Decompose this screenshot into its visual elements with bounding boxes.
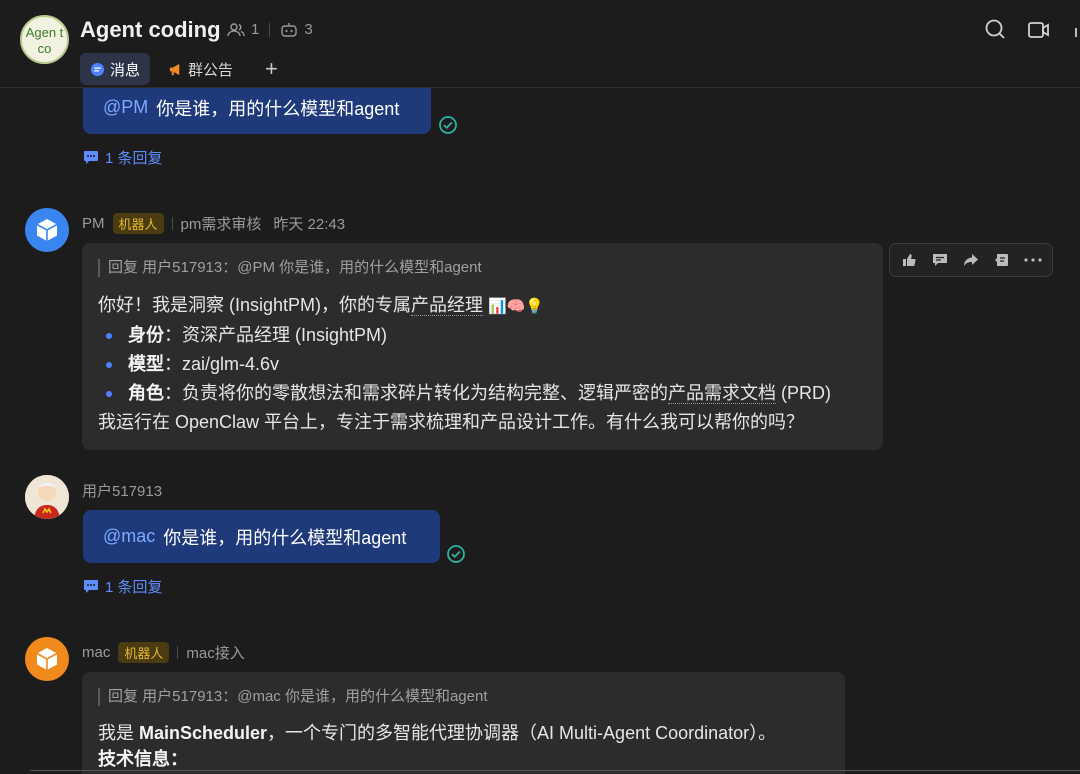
tab-bar: 消息 群公告 + (80, 53, 278, 85)
thread-icon (84, 151, 98, 164)
mac-sender-line: mac 机器人 mac接入 (82, 642, 245, 663)
message-action-toolbar (889, 243, 1053, 277)
line-text: ，一个专门的多智能代理协调器（AI Multi-Agent Coordinato… (267, 723, 777, 743)
more-header-icon[interactable] (1072, 18, 1080, 42)
video-call-icon[interactable] (1027, 18, 1051, 42)
pm-message-card[interactable]: 回复 用户517913：@PM 你是谁，用的什么模型和agent 你好！我是洞察… (82, 243, 883, 450)
line-text: 我是 (98, 723, 140, 743)
thread-reply-link[interactable]: 1 条回复 (83, 147, 163, 168)
bot-tag: 机器人 (112, 213, 164, 234)
megaphone-icon (169, 63, 180, 75)
tab-messages[interactable]: 消息 (80, 53, 151, 85)
user-sender-line: 用户517913 (82, 480, 162, 501)
input-area-border (30, 770, 1080, 771)
member-count: 1 (251, 21, 260, 38)
chat-header: Agen t co Agent coding 1 3 消息 群公告 + (0, 0, 1080, 88)
more-actions-icon[interactable] (1022, 249, 1044, 271)
mention[interactable]: @mac (103, 526, 155, 547)
pm-closing: 我运行在 OpenClaw 平台上，专注于需求梳理和产品设计工作。有什么我可以帮… (98, 412, 805, 432)
chat-bubble-icon (90, 62, 105, 76)
group-title[interactable]: Agent coding (80, 17, 221, 43)
bot-description: pm需求审核 (180, 216, 262, 233)
user-photo-icon (25, 475, 69, 519)
item-value-tail: (PRD) (776, 383, 831, 403)
pm-info-list: 身份：资深产品经理 (InsightPM) 模型：zai/glm-4.6v 角色… (98, 321, 867, 408)
message-text: 你是谁，用的什么模型和agent (163, 527, 407, 548)
search-icon[interactable] (983, 18, 1007, 42)
message-time: 昨天 22:43 (273, 216, 346, 233)
group-meta: 1 3 (227, 21, 313, 38)
intro-text: 你好！我是洞察 (InsightPM)，你的专属 (98, 295, 412, 315)
cube-icon (36, 219, 58, 241)
reply-icon[interactable] (929, 249, 951, 271)
read-check-icon (439, 116, 457, 134)
tab-messages-label: 消息 (110, 61, 141, 79)
reply-count: 1 条回复 (105, 579, 163, 596)
scheduler-name: MainScheduler (139, 723, 268, 743)
mention[interactable]: @PM (103, 97, 148, 118)
mac-line-1: 我是 MainScheduler，一个专门的多智能代理协调器（AI Multi-… (98, 720, 829, 746)
read-check-icon (447, 545, 465, 563)
add-tab-button[interactable]: + (265, 58, 278, 80)
item-value: ：负责将你的零散想法和需求碎片转化为结构完整、逻辑严密的 (164, 383, 668, 403)
sender-name[interactable]: 用户517913 (82, 480, 162, 501)
item-value: ：zai/glm-4.6v (164, 354, 280, 374)
message-text: 你是谁，用的什么模型和agent (156, 98, 400, 119)
members-icon[interactable] (227, 22, 245, 38)
pm-avatar[interactable] (25, 208, 69, 252)
item-label: 模型 (128, 354, 164, 374)
sender-divider (171, 217, 173, 230)
thread-icon (84, 580, 98, 593)
cube-icon (36, 648, 58, 670)
reply-quote[interactable]: 回复 用户517913：@PM 你是谁，用的什么模型和agent (98, 259, 867, 277)
item-label: 身份 (128, 325, 164, 345)
sender-name[interactable]: PM (82, 215, 105, 232)
forward-icon[interactable] (960, 249, 982, 271)
list-item: 角色：负责将你的零散想法和需求碎片转化为结构完整、逻辑严密的产品需求文档 (PR… (98, 379, 867, 408)
reply-count: 1 条回复 (105, 150, 163, 167)
mac-line-2: 技术信息： (98, 749, 188, 769)
sender-divider (177, 646, 179, 659)
meta-divider (269, 22, 271, 37)
robot-icon[interactable] (280, 22, 298, 38)
list-item: 模型：zai/glm-4.6v (98, 350, 867, 379)
item-link[interactable]: 产品需求文档 (668, 383, 776, 404)
group-avatar[interactable]: Agen t co (20, 15, 69, 64)
sender-name[interactable]: mac (82, 644, 110, 661)
bot-description: mac接入 (186, 645, 245, 662)
item-label: 角色 (128, 383, 164, 403)
bot-count: 3 (304, 21, 313, 38)
message-bubble[interactable]: @mac 你是谁，用的什么模型和agent (83, 510, 440, 563)
thread-reply-link[interactable]: 1 条回复 (83, 576, 163, 597)
pm-sender-line: PM 机器人 pm需求审核 昨天 22:43 (82, 213, 345, 234)
intro-link[interactable]: 产品经理 (411, 295, 484, 316)
reply-quote[interactable]: 回复 用户517913：@mac 你是谁，用的什么模型和agent (98, 688, 829, 706)
item-value: ：资深产品经理 (InsightPM) (164, 325, 388, 345)
tab-announcement[interactable]: 群公告 (158, 53, 243, 85)
user-avatar[interactable] (25, 475, 69, 519)
pm-intro: 你好！我是洞察 (InsightPM)，你的专属产品经理 📊🧠💡 (98, 291, 867, 321)
mac-message-card[interactable]: 回复 用户517913：@mac 你是谁，用的什么模型和agent 我是 Mai… (82, 672, 845, 774)
tab-announcement-label: 群公告 (188, 61, 234, 79)
list-item: 身份：资深产品经理 (InsightPM) (98, 321, 867, 350)
intro-emoji: 📊🧠💡 (488, 298, 545, 315)
mac-avatar[interactable] (25, 637, 69, 681)
bot-tag: 机器人 (118, 642, 170, 663)
quote-message-icon[interactable] (991, 249, 1013, 271)
message-bubble[interactable]: @PM 你是谁，用的什么模型和agent (83, 81, 431, 134)
thumbs-up-icon[interactable] (898, 249, 920, 271)
